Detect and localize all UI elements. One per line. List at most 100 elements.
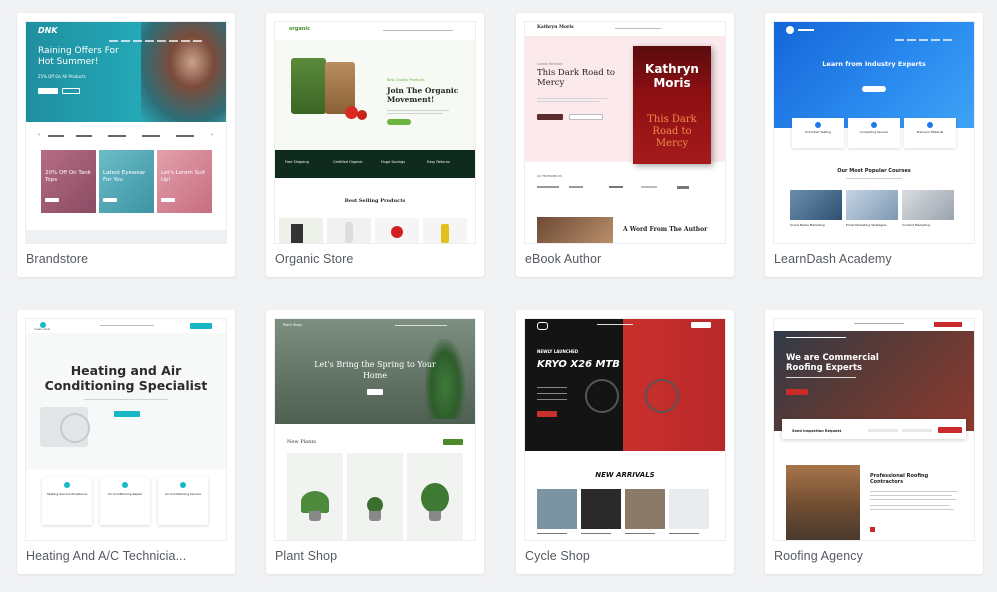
section-heading: NEW ARRIVALS bbox=[595, 471, 655, 479]
product-tile-2 bbox=[347, 453, 403, 540]
template-preview-learndash-academy[interactable]: Learn from Industry Experts Unlimited Te… bbox=[773, 21, 975, 244]
hero-section: NEWLY LAUNCHED KRYO X26 MTB bbox=[525, 319, 725, 451]
service-card-3: Air Conditioning Service bbox=[158, 477, 208, 525]
hero-section: Plant Shop Let's Bring the Spring to You… bbox=[275, 319, 475, 424]
author-photo bbox=[537, 217, 613, 243]
hero-headline: Join The Organic Movement! bbox=[387, 86, 459, 104]
hero-subtext: 25% Off On All Products bbox=[38, 74, 86, 79]
template-card-heating-ac[interactable]: classic-devel Heating and Air Conditioni… bbox=[17, 310, 235, 574]
section-heading: New Plants bbox=[287, 439, 316, 445]
preview-button bbox=[569, 114, 603, 120]
promo-tile-1: 20% Off On Tank Tops bbox=[41, 150, 96, 213]
template-preview-heating-ac[interactable]: classic-devel Heating and Air Conditioni… bbox=[25, 318, 227, 541]
roof-image bbox=[786, 465, 860, 540]
feature-strip: Free Shipping Certified Organic Huge Sav… bbox=[275, 150, 475, 178]
template-card-learndash-academy[interactable]: Learn from Industry Experts Unlimited Te… bbox=[765, 13, 983, 277]
template-card-ebook-author[interactable]: Kathryn Moris Latest Release This Dark R… bbox=[516, 13, 734, 277]
hero-button bbox=[537, 411, 557, 417]
feature-card-3: Premium Material bbox=[904, 118, 956, 148]
template-preview-brandstore[interactable]: DNK Raining Offers For Hot Summer! 25% O… bbox=[25, 21, 227, 244]
inspection-form: Send Inspection Request bbox=[782, 419, 966, 439]
hero-headline: KRYO X26 MTB bbox=[537, 359, 620, 370]
hero-section: Kathryn Moris Latest Release This Dark R… bbox=[525, 22, 725, 164]
product-tile-4 bbox=[423, 218, 467, 243]
product-tile-3 bbox=[375, 218, 419, 243]
service-card-1: Heating Service Excellence bbox=[42, 477, 92, 525]
hero-headline: Raining Offers For Hot Summer! bbox=[38, 46, 119, 67]
book-author: Kathryn Moris bbox=[645, 62, 699, 90]
form-title: Send Inspection Request bbox=[792, 429, 842, 433]
hero-kicker: NEWLY LAUNCHED bbox=[537, 349, 579, 354]
hero-headline: We are Commercial Roofing Experts bbox=[786, 353, 879, 373]
hero-button bbox=[862, 86, 886, 92]
ac-unit-image bbox=[40, 407, 90, 447]
template-title[interactable]: LearnDash Academy bbox=[774, 252, 892, 266]
hero-button bbox=[387, 119, 411, 125]
book-title: This Dark Road to Mercy bbox=[647, 114, 697, 149]
site-logo: DNK bbox=[38, 26, 58, 35]
product-tile-1 bbox=[287, 453, 343, 540]
bike-wheel-rear bbox=[585, 379, 619, 413]
hero-kicker: Latest Release bbox=[537, 62, 563, 66]
feature-card-2: Consulting Service bbox=[848, 118, 900, 148]
hero-button-primary bbox=[38, 88, 58, 94]
template-title[interactable]: Roofing Agency bbox=[774, 549, 863, 563]
hero-headline: Heating and Air Conditioning Specialist bbox=[44, 363, 208, 393]
section-heading: Our Most Popular Courses bbox=[837, 168, 911, 174]
template-card-roofing-agency[interactable]: We are Commercial Roofing Experts Send I… bbox=[765, 310, 983, 574]
site-nav bbox=[106, 29, 202, 47]
hero-headline: Let's Bring the Spring to Your Home bbox=[314, 360, 436, 380]
template-preview-ebook-author[interactable]: Kathryn Moris Latest Release This Dark R… bbox=[524, 21, 726, 244]
template-preview-plant-shop[interactable]: Plant Shop Let's Bring the Spring to You… bbox=[274, 318, 476, 541]
view-all-button bbox=[443, 439, 463, 445]
hero-banner: DNK Raining Offers For Hot Summer! 25% O… bbox=[26, 22, 226, 122]
template-title[interactable]: Plant Shop bbox=[275, 549, 337, 563]
site-logo: classic-devel bbox=[34, 328, 51, 331]
course-image-1 bbox=[790, 190, 842, 220]
template-title[interactable]: eBook Author bbox=[525, 252, 601, 266]
course-image-2 bbox=[846, 190, 898, 220]
promo-tile-3-text: Let's Lorem Suit Up! bbox=[161, 170, 206, 183]
template-title[interactable]: Brandstore bbox=[26, 252, 88, 266]
bike-wheel-front bbox=[645, 379, 679, 413]
section-heading: Professional Roofing Contractors bbox=[870, 473, 929, 485]
template-card-cycle-shop[interactable]: NEWLY LAUNCHED KRYO X26 MTB NEW ARRIVALS… bbox=[516, 310, 734, 574]
hero-section: classic-devel Heating and Air Conditioni… bbox=[26, 319, 226, 469]
template-preview-cycle-shop[interactable]: NEWLY LAUNCHED KRYO X26 MTB NEW ARRIVALS bbox=[524, 318, 726, 541]
hero-headline: This Dark Road to Mercy bbox=[537, 68, 615, 88]
template-title[interactable]: Organic Store bbox=[275, 252, 353, 266]
site-logo: Plant Shop bbox=[283, 323, 302, 327]
course-image-3 bbox=[902, 190, 954, 220]
section-heading: Best Selling Products bbox=[344, 198, 406, 204]
bike-tile-1 bbox=[537, 489, 577, 529]
tomato-image bbox=[345, 106, 358, 119]
bike-tile-2 bbox=[581, 489, 621, 529]
book-cover: Kathryn Moris This Dark Road to Mercy bbox=[633, 46, 711, 164]
buy-book-button bbox=[537, 114, 563, 120]
template-preview-organic-store[interactable]: organic Best Quality Products Join The O… bbox=[274, 21, 476, 244]
template-title[interactable]: Heating And A/C Technicia... bbox=[26, 549, 186, 563]
hero-button bbox=[786, 389, 808, 395]
site-logo: organic bbox=[289, 26, 311, 32]
hero-kicker: Best Quality Products bbox=[387, 78, 425, 82]
product-tile-1 bbox=[279, 218, 323, 243]
feature-card-1: Unlimited Testing bbox=[792, 118, 844, 148]
hero-button bbox=[114, 411, 140, 417]
product-tile-3 bbox=[407, 453, 463, 540]
template-card-organic-store[interactable]: organic Best Quality Products Join The O… bbox=[266, 13, 484, 277]
section-heading: A Word From The Author bbox=[623, 226, 708, 233]
template-card-brandstore[interactable]: DNK Raining Offers For Hot Summer! 25% O… bbox=[17, 13, 235, 277]
brand-logo-strip: ‹ › bbox=[26, 122, 226, 150]
promo-tile-2-text: Latest Eyewear For You bbox=[103, 170, 146, 183]
product-tile-2 bbox=[327, 218, 371, 243]
hero-section: We are Commercial Roofing Experts bbox=[774, 319, 974, 431]
product-bag-green bbox=[291, 58, 326, 114]
hero-section: Best Quality Products Join The Organic M… bbox=[275, 40, 475, 150]
template-preview-roofing-agency[interactable]: We are Commercial Roofing Experts Send I… bbox=[773, 318, 975, 541]
template-card-plant-shop[interactable]: Plant Shop Let's Bring the Spring to You… bbox=[266, 310, 484, 574]
hero-section: Learn from Industry Experts bbox=[774, 22, 974, 128]
bike-tile-4 bbox=[669, 489, 709, 529]
hero-headline: Learn from Industry Experts bbox=[822, 60, 926, 68]
bike-tile-3 bbox=[625, 489, 665, 529]
template-title[interactable]: Cycle Shop bbox=[525, 549, 590, 563]
